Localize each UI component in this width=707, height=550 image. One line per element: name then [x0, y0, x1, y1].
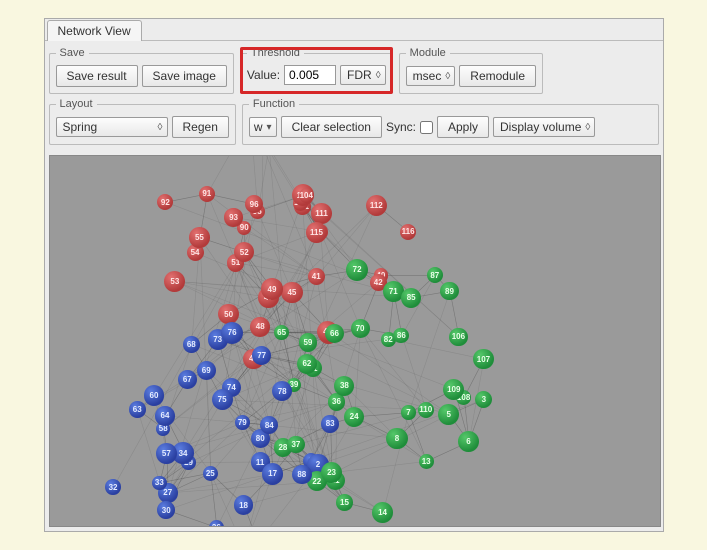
graph-node[interactable]: 85 [401, 288, 421, 308]
threshold-value-label: Value: [247, 68, 280, 82]
graph-node[interactable]: 104 [299, 188, 314, 203]
graph-node[interactable]: 55 [189, 227, 210, 248]
graph-node[interactable]: 45 [281, 282, 302, 303]
graph-node[interactable]: 115 [306, 222, 327, 243]
save-result-button[interactable]: Save result [56, 65, 138, 87]
module-unit-select[interactable]: msec ◊ [406, 66, 456, 86]
regen-button[interactable]: Regen [172, 116, 229, 138]
graph-node[interactable]: 48 [250, 317, 270, 337]
toolbar: Save Save result Save image Threshold Va… [45, 41, 663, 153]
graph-node[interactable]: 112 [366, 195, 387, 216]
graph-node[interactable]: 107 [473, 349, 493, 369]
group-layout: Layout Spring ◊ Regen [49, 98, 236, 145]
graph-node[interactable]: 110 [418, 402, 434, 418]
graph-node[interactable]: 106 [449, 328, 467, 346]
graph-node[interactable]: 8 [386, 428, 407, 449]
display-volume-value: Display volume [500, 120, 581, 134]
display-volume-select[interactable]: Display volume ◊ [493, 117, 595, 137]
layout-select[interactable]: Spring ◊ [56, 117, 168, 137]
graph-node[interactable]: 68 [183, 336, 200, 353]
graph-node[interactable]: 83 [321, 415, 339, 433]
sync-checkbox[interactable] [420, 121, 433, 134]
group-threshold: Threshold Value: FDR ◊ [240, 47, 393, 94]
graph-node[interactable]: 75 [212, 389, 233, 410]
graph-node[interactable]: 41 [308, 268, 325, 285]
graph-node[interactable]: 69 [197, 361, 216, 380]
graph-node[interactable]: 59 [299, 333, 317, 351]
graph-node[interactable]: 37 [287, 436, 305, 454]
apply-button[interactable]: Apply [437, 116, 489, 138]
graph-node[interactable]: 116 [400, 224, 416, 240]
graph-node[interactable]: 24 [344, 407, 364, 427]
tab-label: Network View [58, 24, 131, 38]
graph-node[interactable]: 33 [152, 476, 167, 491]
group-module: Module msec ◊ Remodule [399, 47, 543, 94]
chevron-updown-icon: ◊ [158, 122, 163, 133]
chevron-updown-icon: ◊ [585, 122, 590, 133]
save-image-button[interactable]: Save image [142, 65, 227, 87]
graph-node[interactable]: 17 [262, 463, 284, 485]
sync-checkbox-wrap[interactable]: Sync: [386, 120, 433, 134]
group-save-legend: Save [56, 47, 89, 59]
clear-selection-button[interactable]: Clear selection [281, 116, 382, 138]
module-unit-value: msec [413, 69, 442, 83]
graph-node[interactable]: 63 [129, 401, 146, 418]
graph-node[interactable]: 89 [440, 282, 459, 301]
graph-node[interactable]: 13 [419, 454, 434, 469]
graph-node[interactable]: 88 [292, 465, 312, 485]
threshold-method-value: FDR [347, 68, 372, 82]
group-threshold-legend: Threshold [247, 47, 304, 59]
sync-label: Sync: [386, 120, 416, 134]
graph-node[interactable]: 93 [224, 208, 242, 226]
weight-select[interactable]: w ▾ [249, 117, 277, 137]
graph-node[interactable]: 76 [221, 322, 243, 344]
graph-node[interactable]: 72 [346, 259, 368, 281]
graph-node[interactable]: 77 [252, 346, 271, 365]
graph-node[interactable]: 91 [199, 186, 215, 202]
threshold-method-select[interactable]: FDR ◊ [340, 65, 386, 85]
graph-node[interactable]: 111 [311, 203, 332, 224]
tabbar: Network View [45, 19, 663, 41]
graph-node[interactable]: 53 [164, 271, 185, 292]
weight-select-value: w [254, 120, 263, 134]
remodule-button[interactable]: Remodule [459, 65, 536, 87]
graph-node[interactable]: 26 [209, 520, 224, 527]
graph-node[interactable]: 32 [105, 479, 121, 495]
graph-node[interactable]: 25 [203, 466, 218, 481]
threshold-value-input[interactable] [284, 65, 336, 85]
tab-network-view[interactable]: Network View [47, 20, 142, 41]
layout-select-value: Spring [63, 120, 98, 134]
graph-node[interactable]: 79 [235, 415, 250, 430]
graph-node[interactable]: 18 [234, 495, 254, 515]
app-window: Network View Save Save result Save image… [44, 18, 664, 532]
chevron-updown-icon: ◊ [445, 71, 450, 82]
canvas-wrap: 1235678111314151718192021222324252627282… [49, 155, 659, 527]
graph-node[interactable]: 5 [438, 404, 459, 425]
group-module-legend: Module [406, 47, 450, 59]
chevron-updown-icon: ◊ [376, 70, 381, 81]
group-function: Function w ▾ Clear selection Sync: Apply… [242, 98, 659, 145]
graph-node[interactable]: 7 [401, 405, 416, 420]
graph-node[interactable]: 49 [261, 278, 283, 300]
graph-node[interactable]: 64 [155, 406, 174, 425]
graph-node[interactable]: 65 [274, 325, 289, 340]
graph-node[interactable]: 14 [372, 502, 393, 523]
graph-node[interactable]: 15 [336, 494, 353, 511]
graph-node[interactable]: 57 [156, 443, 176, 463]
graph-node[interactable]: 30 [157, 501, 175, 519]
group-save: Save Save result Save image [49, 47, 234, 94]
chevron-down-icon: ▾ [267, 122, 272, 133]
graph-node[interactable]: 70 [351, 319, 370, 338]
group-layout-legend: Layout [56, 98, 97, 110]
graph-node[interactable]: 67 [178, 370, 197, 389]
network-canvas[interactable]: 1235678111314151718192021222324252627282… [49, 155, 661, 527]
group-function-legend: Function [249, 98, 299, 110]
